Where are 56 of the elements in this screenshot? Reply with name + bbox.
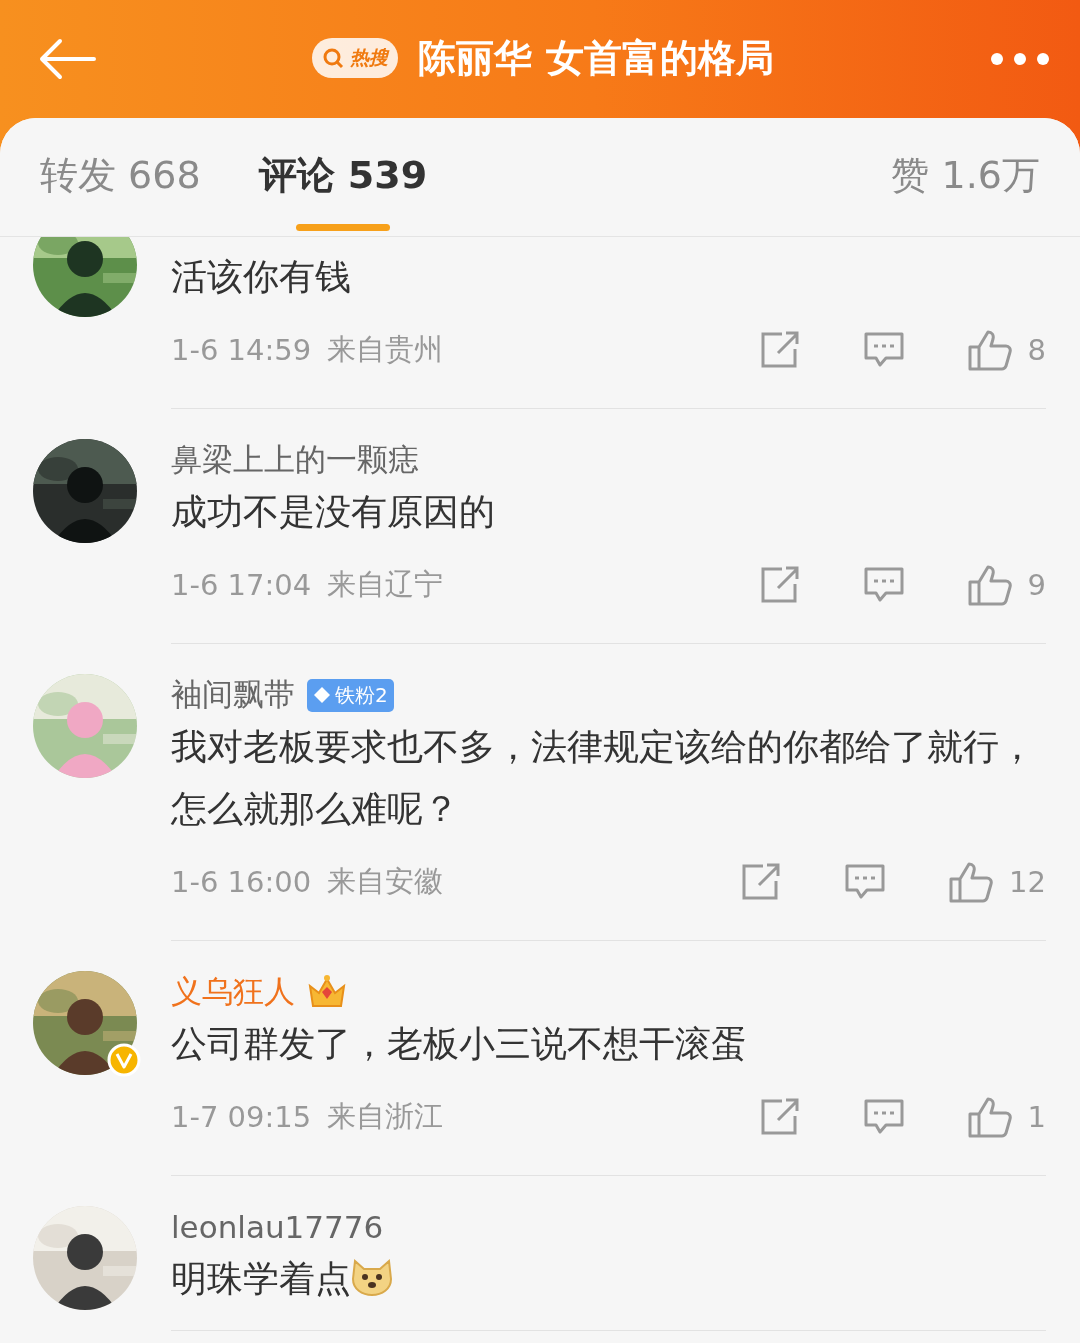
comment-location: 来自贵州 bbox=[327, 331, 444, 368]
comment-text: 活该你有钱 bbox=[171, 255, 352, 299]
comment-icon bbox=[863, 1099, 904, 1135]
reply-button[interactable] bbox=[863, 1099, 904, 1135]
badge-label: 热搜 bbox=[350, 45, 389, 70]
comment-location: 来自浙江 bbox=[327, 1098, 444, 1135]
repost-button[interactable] bbox=[759, 1098, 800, 1136]
user-name[interactable]: leonlau17776 bbox=[171, 1209, 384, 1245]
tab[interactable]: 赞 1.6万 bbox=[891, 149, 1040, 205]
comment-time: 1-7 09:15 bbox=[171, 1100, 312, 1134]
reply-button[interactable] bbox=[863, 332, 904, 368]
comment-icon bbox=[863, 567, 904, 603]
share-icon bbox=[759, 331, 800, 369]
reply-button[interactable] bbox=[845, 864, 886, 900]
comment-text: 成功不是没有原因的 bbox=[171, 490, 496, 534]
more-icon[interactable] bbox=[990, 52, 1050, 66]
share-icon bbox=[741, 863, 782, 901]
comment-location: 来自安徽 bbox=[327, 863, 444, 900]
topic-title: 陈丽华 女首富的格局 bbox=[418, 34, 774, 82]
tab[interactable]: 转发 668 bbox=[40, 149, 201, 205]
thumbs-up-icon bbox=[967, 564, 1012, 606]
comment-time: 1-6 17:04 bbox=[171, 568, 312, 602]
thumbs-up-icon bbox=[967, 329, 1012, 371]
diamond-icon bbox=[313, 686, 331, 704]
like-count: 8 bbox=[1027, 333, 1046, 367]
comment-icon bbox=[863, 332, 904, 368]
like-button[interactable] bbox=[967, 1096, 1012, 1138]
user-name[interactable]: 鼻梁上上的一颗痣 bbox=[171, 439, 419, 481]
crown-icon bbox=[307, 974, 347, 1010]
repost-button[interactable] bbox=[759, 331, 800, 369]
comment-text: 明珠学着点 bbox=[171, 1248, 1046, 1310]
badge-label: 铁粉2 bbox=[335, 681, 388, 709]
like-count: 1 bbox=[1027, 1100, 1046, 1134]
repost-button[interactable] bbox=[759, 566, 800, 604]
like-button[interactable] bbox=[949, 861, 994, 903]
thumbs-up-icon bbox=[967, 1096, 1012, 1138]
comment-time: 1-6 14:59 bbox=[171, 333, 312, 367]
thumbs-up-icon bbox=[949, 861, 994, 903]
user-name[interactable]: 义乌狂人 bbox=[171, 971, 295, 1013]
comment-text: 公司群发了，老板小三说不想干滚蛋 bbox=[171, 1022, 748, 1066]
reply-button[interactable] bbox=[863, 567, 904, 603]
user-name[interactable]: 袖间飘带 bbox=[171, 674, 295, 716]
tab[interactable]: 评论 539 bbox=[258, 149, 428, 205]
share-icon bbox=[759, 1098, 800, 1136]
like-count: 12 bbox=[1009, 865, 1046, 899]
search-icon bbox=[322, 47, 345, 69]
comment-time: 1-6 16:00 bbox=[171, 865, 312, 899]
comment-location: 来自辽宁 bbox=[327, 566, 444, 603]
back-icon[interactable] bbox=[38, 38, 96, 80]
repost-button[interactable] bbox=[741, 863, 782, 901]
share-icon bbox=[759, 566, 800, 604]
like-count: 9 bbox=[1027, 568, 1046, 602]
like-button[interactable] bbox=[967, 564, 1012, 606]
comment-icon bbox=[845, 864, 886, 900]
like-button[interactable] bbox=[967, 329, 1012, 371]
comment-text: 我对老板要求也不多，法律规定该给的你都给了就行，怎么就那么难呢？ bbox=[171, 725, 1036, 831]
